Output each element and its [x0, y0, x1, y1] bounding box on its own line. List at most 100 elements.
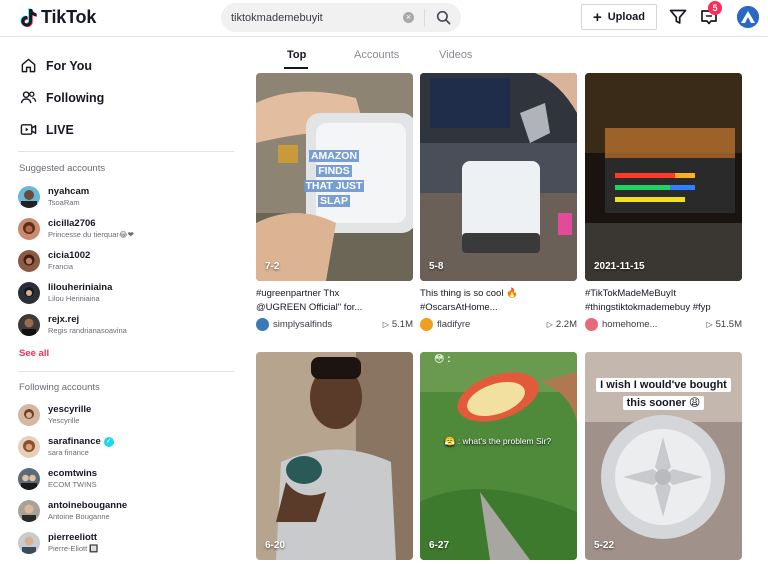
- video-author[interactable]: fladifyre: [437, 319, 547, 330]
- play-icon: ▷: [382, 320, 389, 329]
- account-username: yescyrille: [48, 404, 92, 415]
- author-avatar[interactable]: [256, 318, 269, 331]
- caption-line: #OscarsAtHome...: [420, 302, 498, 313]
- overlay-line: AMAZON: [308, 150, 360, 162]
- top-bar: TikTok tiktokmademebuyit × + Upload 5: [0, 0, 768, 37]
- video-date: 7-2: [265, 261, 280, 272]
- verified-icon: ✓: [103, 437, 114, 447]
- tab-videos[interactable]: Videos: [439, 49, 472, 61]
- author-avatar[interactable]: [585, 318, 598, 331]
- nav-label: For You: [46, 58, 93, 73]
- video-meta: homehome... ▷ 51.5M: [585, 318, 742, 331]
- account-username: lilouheriniaina: [48, 282, 113, 293]
- following-accounts-title: Following accounts: [19, 382, 100, 393]
- avatar: [18, 218, 40, 240]
- account-username: rejx.rej: [48, 314, 80, 325]
- nav-for-you[interactable]: For You: [20, 57, 92, 74]
- nav-label: LIVE: [46, 122, 74, 137]
- nav-label: Following: [46, 90, 105, 105]
- author-avatar[interactable]: [420, 318, 433, 331]
- caption-line: #TikTokMadeMeBuyIt: [585, 288, 676, 299]
- account-name: Antoine Bouganne: [48, 512, 110, 521]
- overlay-line: THAT JUST: [303, 180, 365, 192]
- following-account[interactable]: sarafinance ✓ sara finance: [18, 434, 114, 460]
- overlay-line: FINDS: [316, 165, 352, 177]
- tab-accounts[interactable]: Accounts: [354, 49, 399, 61]
- tiktok-logo-icon: [20, 7, 37, 27]
- suggested-account[interactable]: cicia1002 Francia: [18, 248, 90, 274]
- video-thumbnail[interactable]: 5-8: [420, 73, 577, 281]
- account-name: sara finance: [48, 448, 89, 457]
- account-username: sarafinance ✓: [48, 436, 114, 448]
- overlay-line: I wish I would've bought: [596, 378, 731, 392]
- nav-following[interactable]: Following: [20, 89, 104, 106]
- account-name: Yescyrille: [48, 416, 80, 425]
- video-thumbnail[interactable]: 😳 : 😤 : what's the problem Sir? 6-27: [420, 352, 577, 560]
- video-card[interactable]: 6-20: [256, 352, 413, 560]
- video-author[interactable]: simplysalfinds: [273, 319, 383, 330]
- account-username: antoinebouganne: [48, 500, 128, 511]
- overlay-line: SLAP: [317, 195, 350, 207]
- video-card[interactable]: I wish I would've bought this sooner 😩 5…: [585, 352, 742, 560]
- suggested-account[interactable]: nyahcam TsoaRam: [18, 184, 89, 210]
- account-name: Francia: [48, 262, 74, 271]
- account-username: pierreeliott: [48, 532, 98, 543]
- video-card[interactable]: 😳 : 😤 : what's the problem Sir? 6-27: [420, 352, 577, 560]
- video-date: 6-20: [265, 540, 286, 551]
- account-name: Lilou Heriniaina: [48, 294, 100, 303]
- video-thumbnail[interactable]: I wish I would've bought this sooner 😩 5…: [585, 352, 742, 560]
- search-bar[interactable]: tiktokmademebuyit ×: [221, 3, 461, 32]
- suggested-account[interactable]: cicilla2706 Princesse du tierquar😂❤: [18, 216, 134, 242]
- video-caption[interactable]: #ugreenpartner Thx @UGREEN Official" for…: [256, 287, 413, 315]
- see-all-link[interactable]: See all: [19, 348, 49, 359]
- video-card[interactable]: 5-8 This thing is so cool 🔥 #OscarsAtHom…: [420, 73, 577, 331]
- account-name: TsoaRam: [48, 198, 80, 207]
- account-name: Regis randrianasoavina: [48, 326, 127, 335]
- avatar: [18, 250, 40, 272]
- video-card[interactable]: AMAZON FINDS THAT JUST SLAP 7-2 #ugreenp…: [256, 73, 413, 331]
- overlay-line: this sooner 😩: [622, 396, 705, 410]
- following-account[interactable]: yescyrille Yescyrille: [18, 402, 91, 428]
- plus-icon: +: [592, 8, 602, 26]
- suggested-account[interactable]: rejx.rej Regis randrianasoavina: [18, 312, 127, 338]
- video-thumbnail-image: [420, 352, 577, 560]
- upload-label: Upload: [607, 11, 646, 23]
- avatar: [18, 500, 40, 522]
- video-caption[interactable]: This thing is so cool 🔥 #OscarsAtHome...: [420, 287, 577, 315]
- nav-live[interactable]: LIVE: [20, 121, 74, 138]
- account-username: cicia1002: [48, 250, 91, 261]
- upload-button[interactable]: + Upload: [581, 4, 657, 30]
- search-input[interactable]: tiktokmademebuyit: [231, 12, 403, 24]
- video-thumbnail[interactable]: 2021-11-15: [585, 73, 742, 281]
- video-card[interactable]: 2021-11-15 #TikTokMadeMeBuyIt #thingstik…: [585, 73, 742, 331]
- account-username: nyahcam: [48, 186, 90, 197]
- tiktok-logo[interactable]: TikTok: [20, 7, 96, 28]
- sidebar: For You Following LIVE Suggested account…: [0, 38, 240, 564]
- play-icon: ▷: [706, 320, 713, 329]
- clear-search-icon[interactable]: ×: [403, 12, 414, 23]
- suggested-account[interactable]: lilouheriniaina Lilou Heriniaina: [18, 280, 112, 306]
- avatar: [18, 404, 40, 426]
- profile-avatar[interactable]: [737, 6, 759, 28]
- search-icon[interactable]: [425, 3, 461, 32]
- following-account[interactable]: pierreeliott Pierre-Eliott 🔲: [18, 530, 99, 556]
- video-date: 2021-11-15: [594, 261, 645, 272]
- following-account[interactable]: ecomtwins ECOM TWINS: [18, 466, 97, 492]
- video-overlay-text: 😳 :: [434, 354, 451, 365]
- caption-line: #ugreenpartner Thx: [256, 288, 340, 299]
- tab-top[interactable]: Top: [287, 49, 306, 61]
- sidebar-divider: [18, 371, 234, 372]
- account-name: Pierre-Eliott 🔲: [48, 544, 99, 553]
- video-caption[interactable]: #TikTokMadeMeBuyIt #thingstiktokmademebu…: [585, 287, 742, 315]
- caption-line: This thing is so cool 🔥: [420, 288, 518, 299]
- account-name: ECOM TWINS: [48, 480, 97, 489]
- users-icon: [20, 91, 37, 104]
- filter-icon[interactable]: [668, 7, 688, 27]
- video-thumbnail[interactable]: 6-20: [256, 352, 413, 560]
- caption-line: @UGREEN Official" for...: [256, 302, 363, 313]
- video-author[interactable]: homehome...: [602, 319, 706, 330]
- following-account[interactable]: antoinebouganne Antoine Bouganne: [18, 498, 127, 524]
- video-views: 2.2M: [555, 319, 577, 330]
- video-thumbnail[interactable]: AMAZON FINDS THAT JUST SLAP 7-2: [256, 73, 413, 281]
- sidebar-divider: [18, 151, 234, 152]
